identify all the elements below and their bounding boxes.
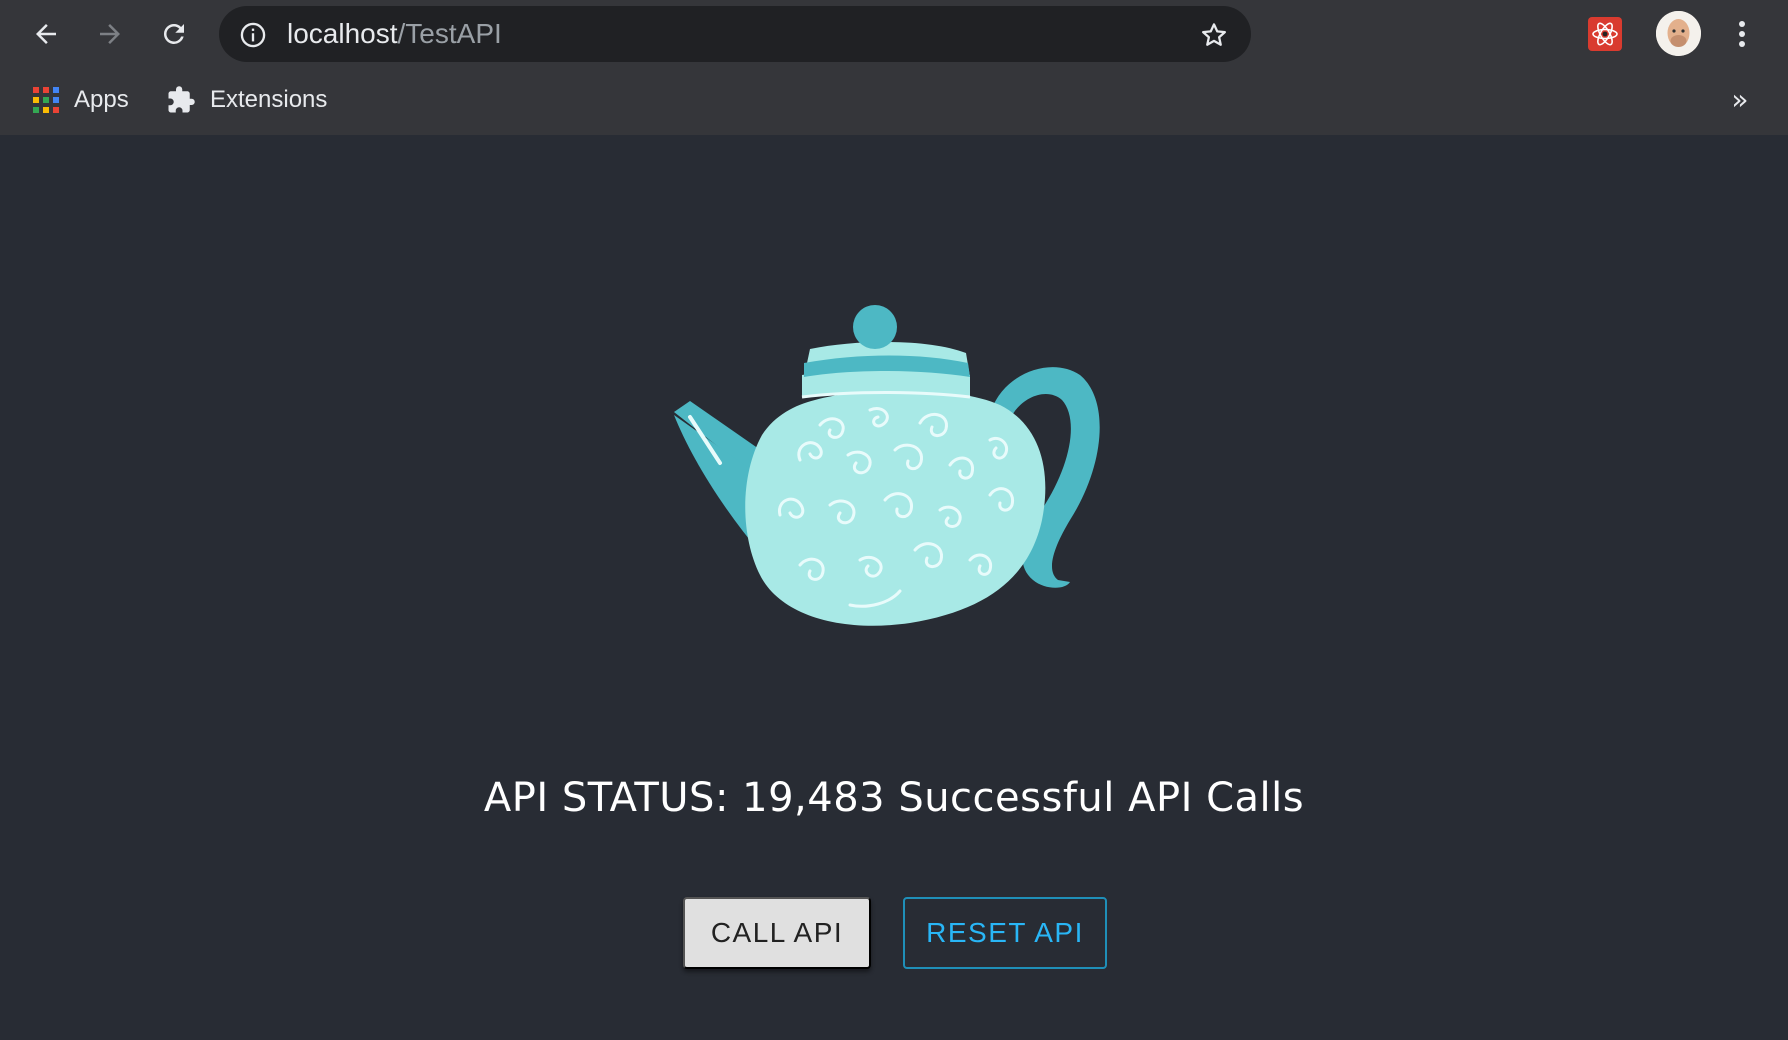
teapot-lid-knob (853, 305, 897, 349)
bookmark-extensions[interactable]: Extensions (166, 78, 327, 122)
url-path: /TestAPI (397, 18, 502, 49)
url-text[interactable]: localhost/TestAPI (287, 6, 502, 62)
reload-button[interactable] (152, 12, 196, 56)
api-status-text: API STATUS: 19,483 Successful API Calls (483, 775, 1305, 821)
back-button[interactable] (24, 12, 68, 56)
bookmark-star-icon[interactable] (1199, 20, 1229, 50)
bookmark-apps-label: Apps (74, 86, 129, 113)
reset-api-button[interactable]: RESET API (903, 897, 1107, 969)
reload-icon (163, 23, 184, 44)
arrow-left-icon (36, 24, 56, 44)
browser-chrome: localhost/TestAPI Apps Extensions » (0, 0, 1788, 135)
arrow-right-icon (100, 24, 120, 44)
bookmarks-overflow-button[interactable]: » (1726, 82, 1754, 118)
info-icon[interactable] (239, 21, 267, 49)
address-bar[interactable]: localhost/TestAPI (219, 6, 1251, 62)
bookmark-apps[interactable]: Apps (32, 78, 129, 122)
profile-avatar[interactable] (1656, 11, 1701, 56)
teapot-illustration (674, 305, 1100, 626)
page-content: API STATUS: 19,483 Successful API Calls … (0, 135, 1788, 1040)
profile-face-icon (1656, 11, 1701, 56)
more-vertical-icon (1739, 21, 1745, 47)
bookmark-extensions-label: Extensions (210, 86, 328, 113)
puzzle-icon (168, 86, 195, 113)
bookmarks-bar: Apps Extensions » (0, 68, 1788, 134)
forward-button[interactable] (88, 12, 132, 56)
call-api-button[interactable]: CALL API (683, 897, 871, 969)
browser-toolbar: localhost/TestAPI (0, 0, 1788, 68)
url-host: localhost (287, 18, 398, 49)
react-devtools-extension-button[interactable] (1588, 17, 1622, 51)
react-atom-icon (1592, 22, 1618, 46)
browser-menu-button[interactable] (1729, 12, 1755, 56)
apps-grid-icon (33, 87, 59, 113)
